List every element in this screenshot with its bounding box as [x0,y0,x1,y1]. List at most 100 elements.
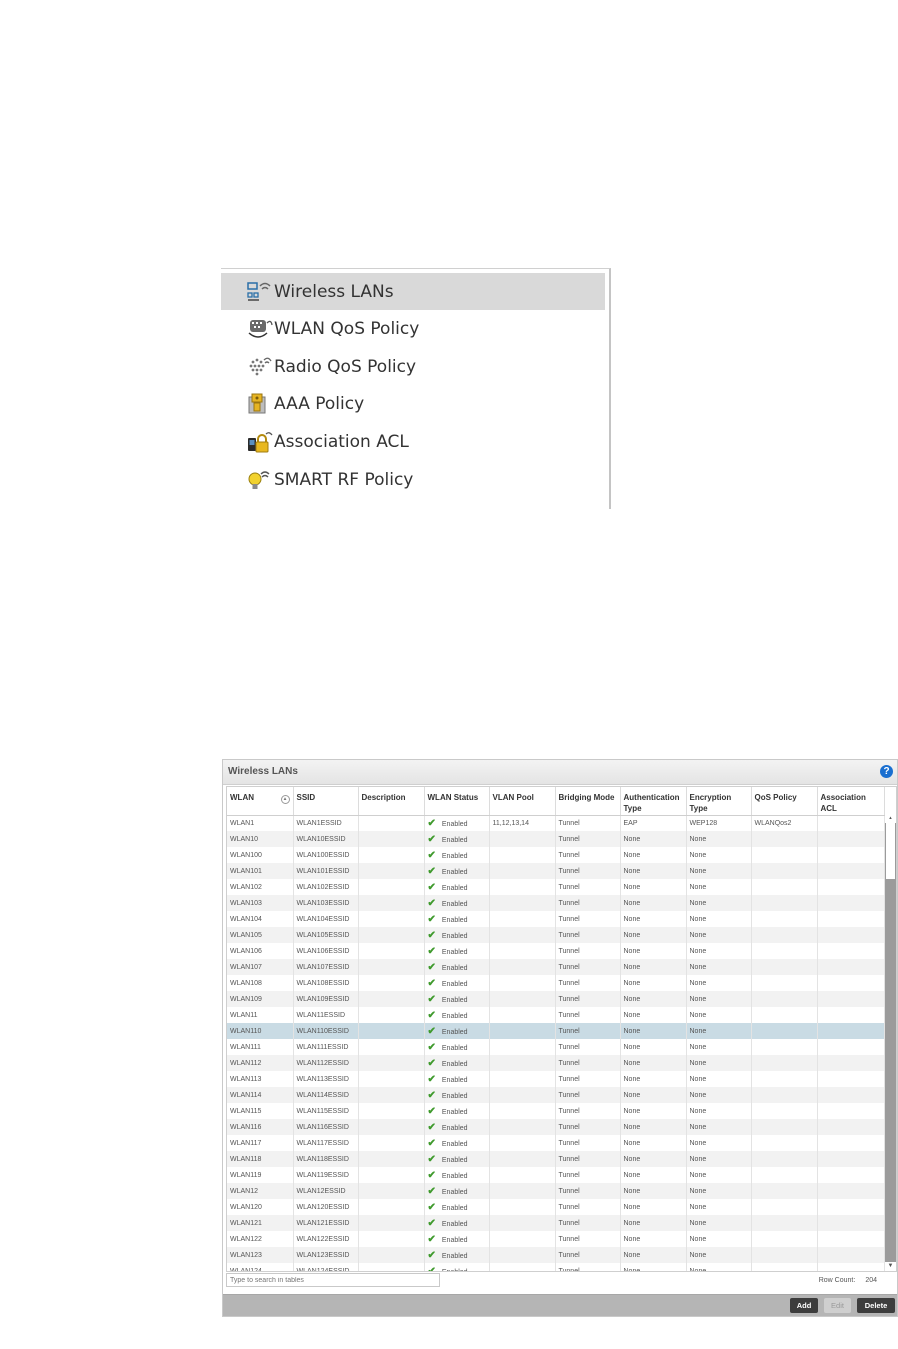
panel-title: Wireless LANs [228,766,298,777]
table-row[interactable]: WLAN114 WLAN114ESSID ✔ Enabled Tunnel None Non… [227,1087,885,1103]
table-row[interactable]: WLAN107 WLAN107ESSID ✔ Enabled Tunnel None Non… [227,959,885,975]
column-header[interactable]: Association ACL [817,787,885,816]
table-row[interactable]: WLAN122 WLAN122ESSID ✔ Enabled Tunnel None Non… [227,1231,885,1247]
table-cell: WLAN110 [227,1023,294,1039]
column-header[interactable]: SSID [293,787,359,816]
menu-item-label: SMART RF Policy [274,469,414,490]
column-header[interactable]: Encryption Type [686,787,752,816]
table-cell: WLAN112 [227,1055,294,1071]
menu-item-association-acl[interactable]: Association ACL [221,423,605,460]
table-cell: None [686,1183,752,1199]
menu-item-smart-rf-policy[interactable]: SMART RF Policy [221,461,605,498]
delete-button[interactable]: Delete [857,1298,895,1313]
table-cell [817,991,885,1007]
table-cell: ✔ Enabled [424,1007,490,1023]
table-row[interactable]: WLAN1 WLAN1ESSID ✔ Enabled 11,12,13,14 Tunnel… [227,815,885,831]
table-row[interactable]: WLAN111 WLAN111ESSID ✔ Enabled Tunnel None Non… [227,1039,885,1055]
check-icon: ✔ [427,881,436,893]
column-header[interactable]: QoS Policy [751,787,818,816]
column-header[interactable]: WLAN Status [424,787,490,816]
table-cell: Tunnel [555,1039,621,1055]
menu-item-radio-qos-policy[interactable]: Radio QoS Policy [221,348,605,385]
status-text: Enabled [441,948,468,956]
table-cell: WLAN103 [227,895,294,911]
table-row[interactable]: WLAN124 WLAN124ESSID ✔ Enabled Tunnel None Non… [227,1263,885,1271]
menu-item-wlan-qos-policy[interactable]: WLAN QoS Policy [221,310,605,347]
table-row[interactable]: WLAN123 WLAN123ESSID ✔ Enabled Tunnel None Non… [227,1247,885,1263]
table-cell: Tunnel [555,975,621,991]
check-icon: ✔ [427,977,436,989]
table-cell: None [620,1071,687,1087]
table-row[interactable]: WLAN119 WLAN119ESSID ✔ Enabled Tunnel None Non… [227,1167,885,1183]
column-header[interactable]: Bridging Mode [555,787,621,816]
table-cell [489,911,556,927]
menu-item-label: Wireless LANs [274,281,394,302]
table-row[interactable]: WLAN120 WLAN120ESSID ✔ Enabled Tunnel None Non… [227,1199,885,1215]
table-cell: None [620,863,687,879]
table-row[interactable]: WLAN115 WLAN115ESSID ✔ Enabled Tunnel None Non… [227,1103,885,1119]
scroll-thumb[interactable] [886,819,895,879]
check-icon: ✔ [427,1089,436,1101]
check-icon: ✔ [427,1057,436,1069]
table-cell [817,831,885,847]
table-row[interactable]: WLAN100 WLAN100ESSID ✔ Enabled Tunnel None Non… [227,847,885,863]
table-cell [751,1183,818,1199]
panel-header: Wireless LANs ? [223,760,897,785]
table-cell [358,1215,425,1231]
menu-item-label: Radio QoS Policy [274,356,417,377]
table-cell: None [620,1167,687,1183]
table-cell: Tunnel [555,1119,621,1135]
table-cell: Tunnel [555,1151,621,1167]
add-button[interactable]: Add [790,1298,818,1313]
table-row[interactable]: WLAN116 WLAN116ESSID ✔ Enabled Tunnel None Non… [227,1119,885,1135]
table-cell: Tunnel [555,1183,621,1199]
table-row[interactable]: WLAN121 WLAN121ESSID ✔ Enabled Tunnel None Non… [227,1215,885,1231]
edit-button[interactable]: Edit [824,1298,851,1313]
table-row[interactable]: WLAN10 WLAN10ESSID ✔ Enabled Tunnel None None [227,831,885,847]
column-header[interactable]: Authentication Type [620,787,687,816]
table-cell [489,1247,556,1263]
status-text: Enabled [441,1108,468,1116]
menu-item-wireless-lans[interactable]: Wireless LANs [221,273,605,310]
table-search-input[interactable] [226,1273,440,1287]
table-row[interactable]: WLAN117 WLAN117ESSID ✔ Enabled Tunnel None Non… [227,1135,885,1151]
table-row[interactable]: WLAN105 WLAN105ESSID ✔ Enabled Tunnel None Non… [227,927,885,943]
table-cell: WLAN105 [227,927,294,943]
table-cell: WLAN108ESSID [293,975,359,991]
column-header[interactable]: VLAN Pool [489,787,556,816]
menu-item-aaa-policy[interactable]: AAA Policy [221,385,605,422]
table-row[interactable]: WLAN101 WLAN101ESSID ✔ Enabled Tunnel None Non… [227,863,885,879]
table-cell [751,895,818,911]
table-row[interactable]: WLAN110 WLAN110ESSID ✔ Enabled Tunnel None Non… [227,1023,885,1039]
row-count-label: Row Count: [818,1277,856,1284]
table-cell [358,1007,425,1023]
table-cell: WLAN110ESSID [293,1023,359,1039]
table-row[interactable]: WLAN108 WLAN108ESSID ✔ Enabled Tunnel None Non… [227,975,885,991]
column-header[interactable]: ▴ WLAN [227,787,294,816]
table-row[interactable]: WLAN118 WLAN118ESSID ✔ Enabled Tunnel None Non… [227,1151,885,1167]
status-text: Enabled [441,1220,468,1228]
table-cell: None [686,1263,752,1271]
table-row[interactable]: WLAN11 WLAN11ESSID ✔ Enabled Tunnel None None [227,1007,885,1023]
table-cell: WLAN106 [227,943,294,959]
table-row[interactable]: WLAN103 WLAN103ESSID ✔ Enabled Tunnel None Non… [227,895,885,911]
table-row[interactable]: WLAN102 WLAN102ESSID ✔ Enabled Tunnel None Non… [227,879,885,895]
status-text: Enabled [441,1204,468,1212]
table-row[interactable]: WLAN109 WLAN109ESSID ✔ Enabled Tunnel None Non… [227,991,885,1007]
column-header[interactable]: Description [358,787,425,816]
table-cell [489,959,556,975]
table-row[interactable]: WLAN112 WLAN112ESSID ✔ Enabled Tunnel None Non… [227,1055,885,1071]
table-cell [817,863,885,879]
sort-icon[interactable]: ▴ [280,795,290,804]
table-row[interactable]: WLAN113 WLAN113ESSID ✔ Enabled Tunnel None Non… [227,1071,885,1087]
table-row[interactable]: WLAN106 WLAN106ESSID ✔ Enabled Tunnel None Non… [227,943,885,959]
table-cell: Tunnel [555,1103,621,1119]
table-cell [817,1039,885,1055]
table-row[interactable]: WLAN12 WLAN12ESSID ✔ Enabled Tunnel None None [227,1183,885,1199]
table-cell [817,1151,885,1167]
scroll-down-icon[interactable]: ▼ [885,1262,896,1270]
vertical-scrollbar[interactable]: ▲ ▼ [885,815,896,1270]
help-icon[interactable]: ? [880,765,893,778]
table-row[interactable]: WLAN104 WLAN104ESSID ✔ Enabled Tunnel None Non… [227,911,885,927]
check-icon: ✔ [427,1153,436,1165]
